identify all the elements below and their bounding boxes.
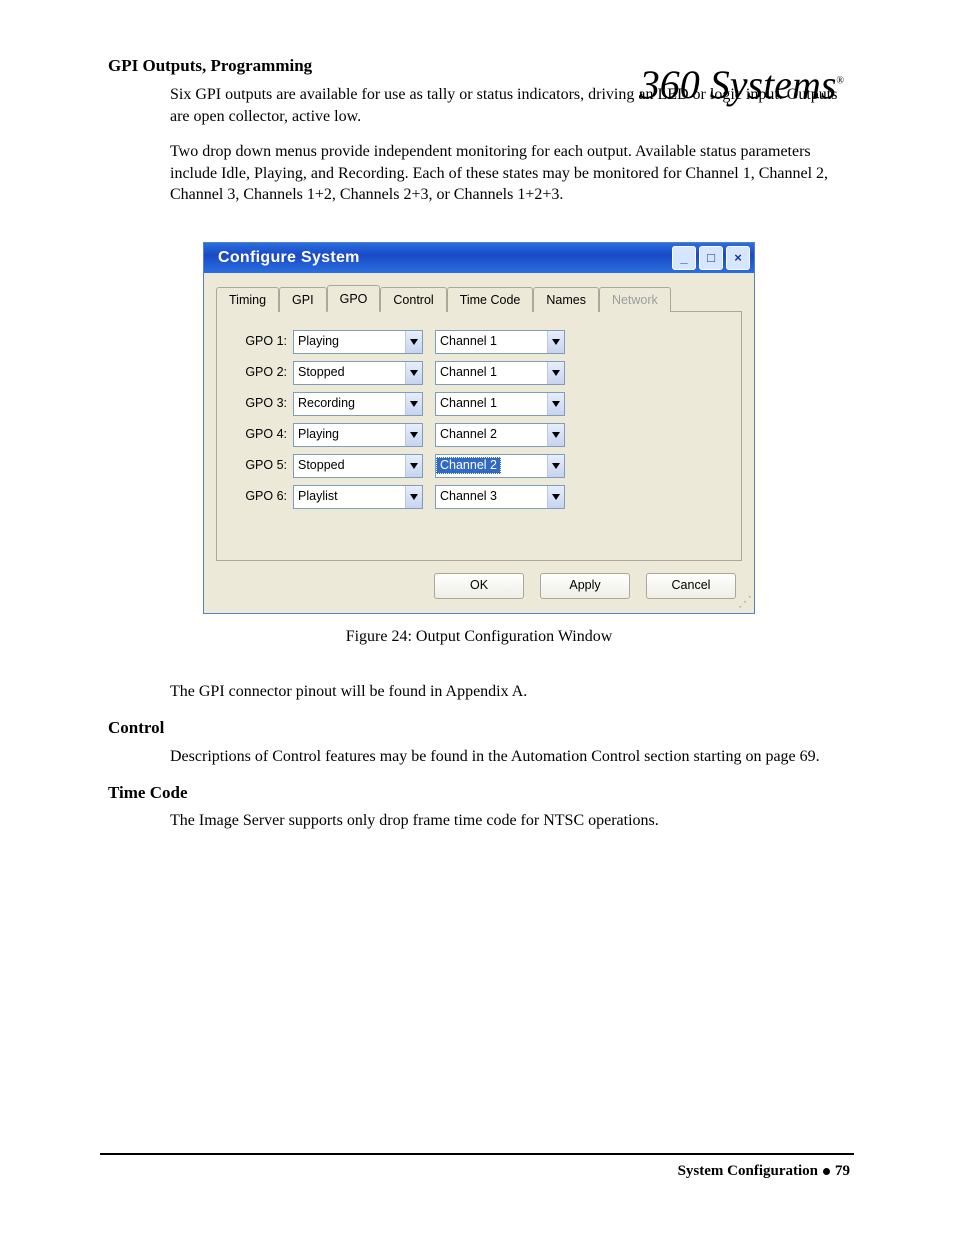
- ok-button[interactable]: OK: [434, 573, 524, 599]
- gpo-status-dropdown[interactable]: Playing: [293, 423, 423, 447]
- gpo-status-dropdown[interactable]: Stopped: [293, 454, 423, 478]
- chevron-down-icon: [405, 455, 422, 477]
- close-button[interactable]: ×: [726, 246, 750, 270]
- gpo-channel-dropdown[interactable]: Channel 3: [435, 485, 565, 509]
- paragraph: The GPI connector pinout will be found i…: [170, 681, 846, 703]
- gpo-channel-dropdown[interactable]: Channel 1: [435, 330, 565, 354]
- gpo-row: GPO 1: Playing Channel 1: [231, 330, 727, 354]
- footer-rule: [100, 1153, 854, 1155]
- gpo-row: GPO 4: Playing Channel 2: [231, 423, 727, 447]
- gpo-row-label: GPO 1:: [231, 333, 287, 350]
- title-bar[interactable]: Configure System _ □ ×: [204, 243, 754, 273]
- tab-strip: Timing GPI GPO Control Time Code Names N…: [216, 287, 742, 312]
- paragraph: Two drop down menus provide independent …: [170, 141, 846, 206]
- gpo-pane: GPO 1: Playing Channel 1 GPO 2: Stopped Chann…: [216, 312, 742, 561]
- gpo-status-dropdown[interactable]: Stopped: [293, 361, 423, 385]
- gpo-status-dropdown[interactable]: Playlist: [293, 485, 423, 509]
- gpo-row-label: GPO 4:: [231, 426, 287, 443]
- dropdown-value: Channel 1: [436, 395, 501, 412]
- tab-gpo[interactable]: GPO: [327, 285, 381, 312]
- chevron-down-icon: [405, 486, 422, 508]
- gpo-row: GPO 6: Playlist Channel 3: [231, 485, 727, 509]
- heading-time-code: Time Code: [108, 782, 850, 805]
- chevron-down-icon: [547, 486, 564, 508]
- paragraph: Descriptions of Control features may be …: [170, 746, 846, 768]
- dropdown-value: Channel 2: [436, 426, 501, 443]
- chevron-down-icon: [547, 455, 564, 477]
- chevron-down-icon: [405, 393, 422, 415]
- gpo-row: GPO 2: Stopped Channel 1: [231, 361, 727, 385]
- gpo-row-label: GPO 3:: [231, 395, 287, 412]
- dropdown-value: Playing: [294, 426, 343, 443]
- close-icon: ×: [734, 249, 742, 267]
- dropdown-value: Playlist: [294, 488, 342, 505]
- minimize-button[interactable]: _: [672, 246, 696, 270]
- gpo-row: GPO 3: Recording Channel 1: [231, 392, 727, 416]
- chevron-down-icon: [405, 331, 422, 353]
- gpo-row-label: GPO 5:: [231, 457, 287, 474]
- chevron-down-icon: [547, 331, 564, 353]
- gpo-channel-dropdown[interactable]: Channel 2: [435, 454, 565, 478]
- cancel-button[interactable]: Cancel: [646, 573, 736, 599]
- tab-control[interactable]: Control: [380, 287, 446, 312]
- dropdown-value: Stopped: [294, 457, 349, 474]
- gpo-row-label: GPO 2:: [231, 364, 287, 381]
- gpo-channel-dropdown[interactable]: Channel 1: [435, 361, 565, 385]
- dropdown-value: Channel 1: [436, 364, 501, 381]
- chevron-down-icon: [547, 424, 564, 446]
- gpo-status-dropdown[interactable]: Recording: [293, 392, 423, 416]
- tab-network[interactable]: Network: [599, 287, 671, 312]
- dropdown-value: Channel 1: [436, 333, 501, 350]
- bullet-icon: [823, 1168, 830, 1175]
- gpo-status-dropdown[interactable]: Playing: [293, 330, 423, 354]
- chevron-down-icon: [405, 362, 422, 384]
- maximize-icon: □: [707, 249, 715, 267]
- dropdown-value: Recording: [294, 395, 359, 412]
- apply-button[interactable]: Apply: [540, 573, 630, 599]
- tab-names[interactable]: Names: [533, 287, 599, 312]
- dropdown-value: Stopped: [294, 364, 349, 381]
- dropdown-value: Channel 3: [436, 488, 501, 505]
- paragraph: The Image Server supports only drop fram…: [170, 810, 846, 832]
- gpo-channel-dropdown[interactable]: Channel 2: [435, 423, 565, 447]
- tab-timing[interactable]: Timing: [216, 287, 279, 312]
- footer-text: System Configuration79: [0, 1161, 850, 1181]
- brand-logo: 360 Systems®: [640, 58, 844, 112]
- minimize-icon: _: [680, 249, 687, 267]
- gpo-row-label: GPO 6:: [231, 488, 287, 505]
- tab-gpi[interactable]: GPI: [279, 287, 327, 312]
- figure-caption: Figure 24: Output Configuration Window: [203, 626, 755, 648]
- chevron-down-icon: [547, 362, 564, 384]
- dropdown-value: Playing: [294, 333, 343, 350]
- resize-grip-icon[interactable]: ⋰: [738, 592, 752, 611]
- maximize-button[interactable]: □: [699, 246, 723, 270]
- chevron-down-icon: [405, 424, 422, 446]
- gpo-channel-dropdown[interactable]: Channel 1: [435, 392, 565, 416]
- window-title: Configure System: [218, 247, 360, 269]
- dropdown-value: Channel 2: [436, 457, 501, 474]
- heading-control: Control: [108, 717, 850, 740]
- chevron-down-icon: [547, 393, 564, 415]
- configure-system-window: Configure System _ □ × Timing GPI GPO Co…: [203, 242, 755, 614]
- gpo-row: GPO 5: Stopped Channel 2: [231, 454, 727, 478]
- tab-time-code[interactable]: Time Code: [447, 287, 534, 312]
